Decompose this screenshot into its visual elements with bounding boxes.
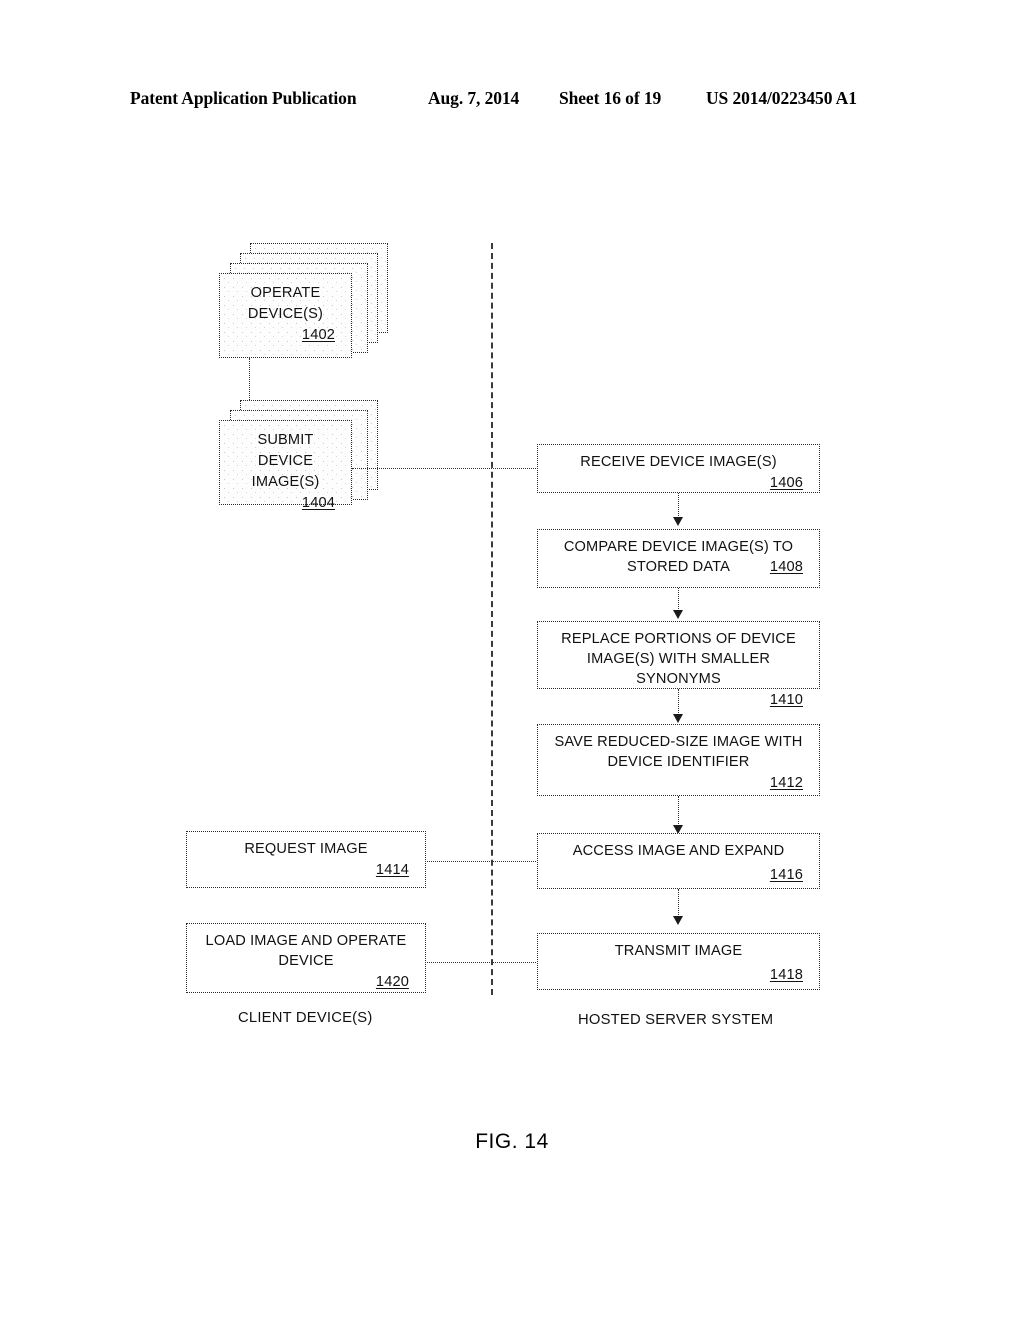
arrowhead-1408-to-1410 [673, 610, 683, 619]
connector-1406-to-1408 [678, 493, 679, 520]
connector-1410-to-1412 [678, 689, 679, 717]
process-block-1418: TRANSMIT IMAGE 1418 [537, 933, 820, 990]
process-block-1414: REQUEST IMAGE 1414 [186, 831, 426, 888]
connector-1416-to-1418 [678, 889, 679, 919]
stack-sheet-front: SUBMIT DEVICE IMAGE(S) 1404 [219, 420, 352, 511]
process-block-1410: REPLACE PORTIONS OF DEVICE IMAGE(S) WITH… [537, 621, 820, 708]
process-block-1406-number: 1406 [769, 475, 803, 491]
process-block-1414-number: 1414 [375, 862, 409, 878]
figure-14-diagram: OPERATE DEVICE(S) 1402 SUBMIT DEVICE IMA… [0, 0, 1024, 1320]
connector-1418-to-1420 [425, 962, 538, 963]
process-block-1412-label: SAVE REDUCED-SIZE IMAGE WITH DEVICE IDEN… [554, 734, 803, 770]
process-block-1414-label: REQUEST IMAGE [244, 841, 368, 857]
process-block-1408: COMPARE DEVICE IMAGE(S) TO STORED DATA 1… [537, 529, 820, 588]
lane-caption-server: HOSTED SERVER SYSTEM [578, 1012, 774, 1028]
process-block-1406-label: RECEIVE DEVICE IMAGE(S) [580, 454, 777, 470]
process-block-1412: SAVE REDUCED-SIZE IMAGE WITH DEVICE IDEN… [537, 724, 820, 796]
process-block-1404: SUBMIT DEVICE IMAGE(S) 1404 [219, 400, 389, 512]
lane-caption-client: CLIENT DEVICE(S) [238, 1010, 373, 1026]
connector-1412-to-1416 [678, 796, 679, 828]
process-block-1404-label: SUBMIT DEVICE IMAGE(S) [251, 432, 320, 490]
process-block-1402-number: 1402 [301, 327, 335, 343]
stack-sheet-front: OPERATE DEVICE(S) 1402 [219, 273, 352, 358]
process-block-1416-label: ACCESS IMAGE AND EXPAND [572, 843, 785, 859]
process-block-1416-number: 1416 [769, 867, 803, 883]
process-block-1402-label: OPERATE DEVICE(S) [247, 285, 324, 322]
process-block-1418-number: 1418 [769, 967, 803, 983]
process-block-1406: RECEIVE DEVICE IMAGE(S) 1406 [537, 444, 820, 493]
arrowhead-1410-to-1412 [673, 714, 683, 723]
process-block-1404-number: 1404 [301, 495, 335, 511]
connector-1414-to-1416 [425, 861, 538, 862]
process-block-1416: ACCESS IMAGE AND EXPAND 1416 [537, 833, 820, 889]
arrowhead-1416-to-1418 [673, 916, 683, 925]
process-block-1402: OPERATE DEVICE(S) 1402 [219, 243, 389, 365]
process-block-1420-label: LOAD IMAGE AND OPERATE DEVICE [205, 933, 407, 969]
figure-caption: FIG. 14 [475, 1130, 549, 1153]
process-block-1410-label: REPLACE PORTIONS OF DEVICE IMAGE(S) WITH… [561, 631, 796, 687]
process-block-1412-number: 1412 [769, 775, 803, 791]
process-block-1418-label: TRANSMIT IMAGE [614, 943, 743, 959]
process-block-1420-number: 1420 [375, 974, 409, 990]
process-block-1420: LOAD IMAGE AND OPERATE DEVICE 1420 [186, 923, 426, 993]
connector-1404-to-1406 [352, 468, 538, 469]
arrowhead-1406-to-1408 [673, 517, 683, 526]
swimlane-divider [491, 243, 493, 995]
